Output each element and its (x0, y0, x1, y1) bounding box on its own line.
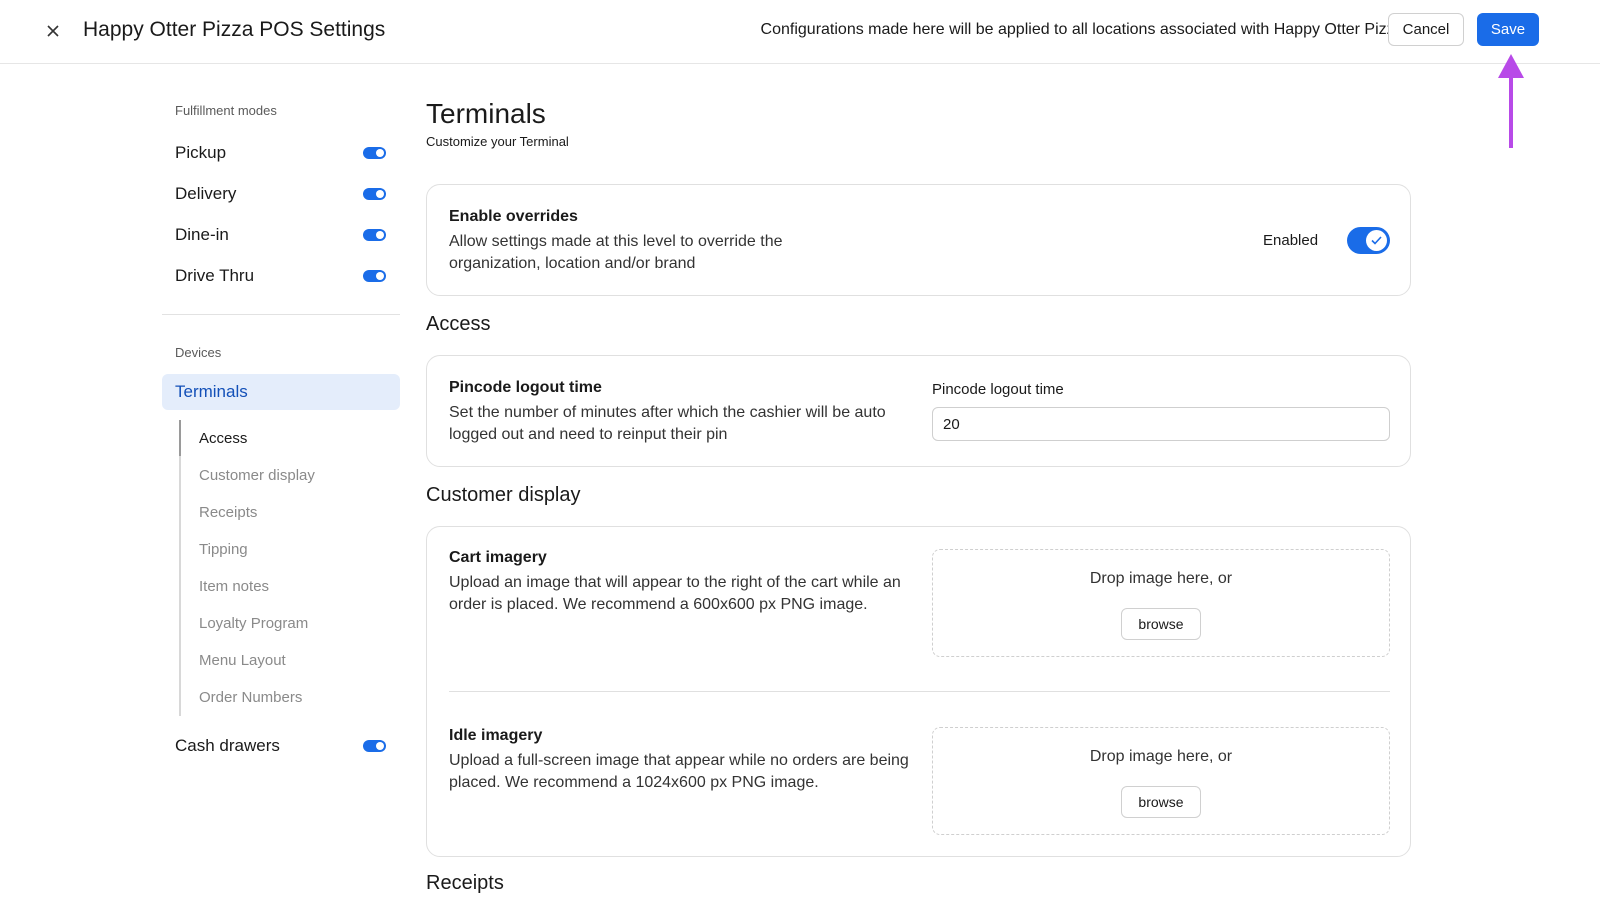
subnav-item-notes[interactable]: Item notes (199, 578, 269, 595)
top-bar: Happy Otter Pizza POS Settings Configura… (0, 0, 1600, 64)
sidebar-item-dine-in[interactable]: Dine-in (175, 220, 390, 250)
overrides-status-label: Enabled (1263, 232, 1319, 249)
cash-drawers-toggle[interactable] (363, 740, 386, 752)
fulfillment-heading: Fulfillment modes (175, 103, 277, 118)
dropzone-text: Drop image here, or (1089, 748, 1233, 765)
sidebar-item-label: Delivery (175, 184, 237, 203)
sidebar-item-delivery[interactable]: Delivery (175, 179, 390, 209)
sidebar-divider (162, 314, 400, 315)
section-subtitle: Customize your Terminal (426, 134, 569, 149)
drive-thru-toggle[interactable] (363, 270, 386, 282)
cart-image-dropzone[interactable]: Drop image here, or browse (932, 549, 1390, 657)
delivery-toggle[interactable] (363, 188, 386, 200)
subnav-tipping[interactable]: Tipping (199, 541, 248, 558)
access-card: Pincode logout time Set the number of mi… (426, 355, 1411, 467)
subnav-loyalty-program[interactable]: Loyalty Program (199, 615, 308, 632)
dropzone-text: Drop image here, or (1089, 570, 1233, 587)
subnav-menu-layout[interactable]: Menu Layout (199, 652, 286, 669)
overrides-toggle[interactable] (1347, 227, 1390, 254)
idle-browse-button[interactable]: browse (1121, 786, 1201, 818)
pickup-toggle[interactable] (363, 147, 386, 159)
subnav-receipts[interactable]: Receipts (199, 504, 257, 521)
pincode-field-label: Pincode logout time (932, 381, 1064, 398)
sidebar-item-label: Pickup (175, 143, 227, 162)
toggle-knob (1366, 230, 1387, 251)
sidebar-item-pickup[interactable]: Pickup (175, 138, 390, 168)
devices-heading: Devices (175, 345, 222, 360)
cancel-button[interactable]: Cancel (1388, 13, 1464, 46)
page-header-title: Happy Otter Pizza POS Settings (83, 18, 386, 41)
subnav-order-numbers[interactable]: Order Numbers (199, 689, 302, 706)
customer-display-heading: Customer display (426, 484, 581, 506)
idle-image-dropzone[interactable]: Drop image here, or browse (932, 727, 1390, 835)
subnav-track (179, 420, 181, 716)
overrides-description: Allow settings made at this level to ove… (449, 233, 783, 272)
close-icon (47, 25, 59, 37)
dine-in-toggle[interactable] (363, 229, 386, 241)
sidebar-item-label: Drive Thru (175, 266, 255, 285)
close-button[interactable] (40, 18, 66, 44)
check-icon (1371, 236, 1382, 245)
sidebar-item-drive-thru[interactable]: Drive Thru (175, 261, 390, 291)
save-button[interactable]: Save (1477, 13, 1539, 46)
section-title: Terminals (426, 98, 546, 129)
idle-imagery-title: Idle imagery (449, 727, 543, 744)
annotation-arrow-icon (1498, 54, 1524, 148)
header-notice: Configurations made here will be applied… (760, 21, 1408, 38)
cart-browse-button[interactable]: browse (1121, 608, 1201, 640)
receipts-heading: Receipts (426, 872, 504, 894)
card-divider (449, 691, 1390, 692)
subnav-access[interactable]: Access (199, 430, 247, 447)
cart-imagery-title: Cart imagery (449, 549, 547, 566)
subnav-customer-display[interactable]: Customer display (199, 467, 315, 484)
pincode-description: Set the number of minutes after which th… (449, 404, 886, 443)
overrides-title: Enable overrides (449, 208, 578, 225)
sidebar-item-label: Cash drawers (175, 736, 280, 755)
cart-imagery-description: Upload an image that will appear to the … (449, 574, 901, 613)
sidebar-item-cash-drawers[interactable]: Cash drawers (175, 731, 390, 761)
sidebar-item-label: Dine-in (175, 225, 229, 244)
pincode-title: Pincode logout time (449, 379, 602, 396)
pincode-logout-input[interactable] (932, 407, 1390, 441)
overrides-card: Enable overrides Allow settings made at … (426, 184, 1411, 296)
access-heading: Access (426, 313, 491, 335)
idle-imagery-description: Upload a full-screen image that appear w… (449, 752, 909, 791)
subnav-active-indicator (179, 420, 181, 456)
customer-display-card: Cart imagery Upload an image that will a… (426, 526, 1411, 857)
sidebar-item-terminals[interactable]: Terminals (162, 374, 400, 410)
